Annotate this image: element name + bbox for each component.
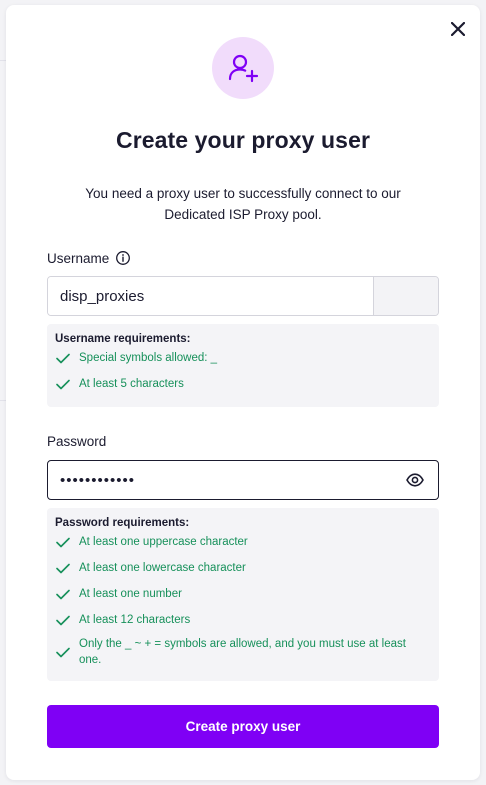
requirement-text: At least one number [79,588,182,600]
username-label-row: Username [47,250,131,266]
close-button[interactable] [448,19,468,39]
check-icon [55,586,71,602]
check-icon [55,612,71,628]
requirement-item: At least 5 characters [55,376,431,392]
requirement-text: Only the _ ~ + = symbols are allowed, an… [79,638,406,666]
username-requirements: Username requirements: Special symbols a… [47,324,439,407]
password-input[interactable] [48,471,404,489]
eye-icon [406,473,424,487]
page-title: Create your proxy user [115,127,371,153]
username-suffix [373,277,438,315]
modal-subtitle: You need a proxy user to successfully co… [85,186,401,222]
requirement-item: At least 12 characters [55,612,431,628]
password-label-row: Password [47,434,106,449]
toggle-password-visibility-button[interactable] [404,469,426,491]
requirement-item: At least one uppercase character [55,534,431,550]
requirement-text: At least 12 characters [79,614,191,626]
check-icon [55,376,71,392]
requirement-item: At least one lowercase character [55,560,431,576]
password-field [47,460,439,500]
check-icon [55,560,71,576]
check-icon [55,534,71,550]
password-requirements: Password requirements: At least one uppe… [47,508,439,681]
create-proxy-user-button[interactable]: Create proxy user [47,705,439,748]
check-icon [55,644,71,660]
check-icon [55,350,71,366]
close-icon [451,22,465,36]
requirement-item: At least one number [55,586,431,602]
requirement-item: Special symbols allowed: _ [55,350,431,366]
username-field [47,276,439,316]
requirement-item: Only the _ ~ + = symbols are allowed, an… [55,636,431,668]
requirement-text: Special symbols allowed: _ [79,352,218,364]
requirement-text: At least one lowercase character [79,562,246,574]
password-requirements-title: Password requirements: [55,517,190,529]
requirement-text: At least 5 characters [79,378,184,390]
password-label: Password [47,434,107,449]
avatar [212,37,274,99]
create-proxy-user-modal: Create your proxy user You need a proxy … [6,5,480,780]
username-label: Username [47,250,110,266]
info-icon[interactable] [115,250,131,266]
user-add-icon [228,54,259,83]
username-requirements-title: Username requirements: [55,333,191,345]
requirement-text: At least one uppercase character [79,536,248,548]
username-input[interactable] [48,277,373,315]
